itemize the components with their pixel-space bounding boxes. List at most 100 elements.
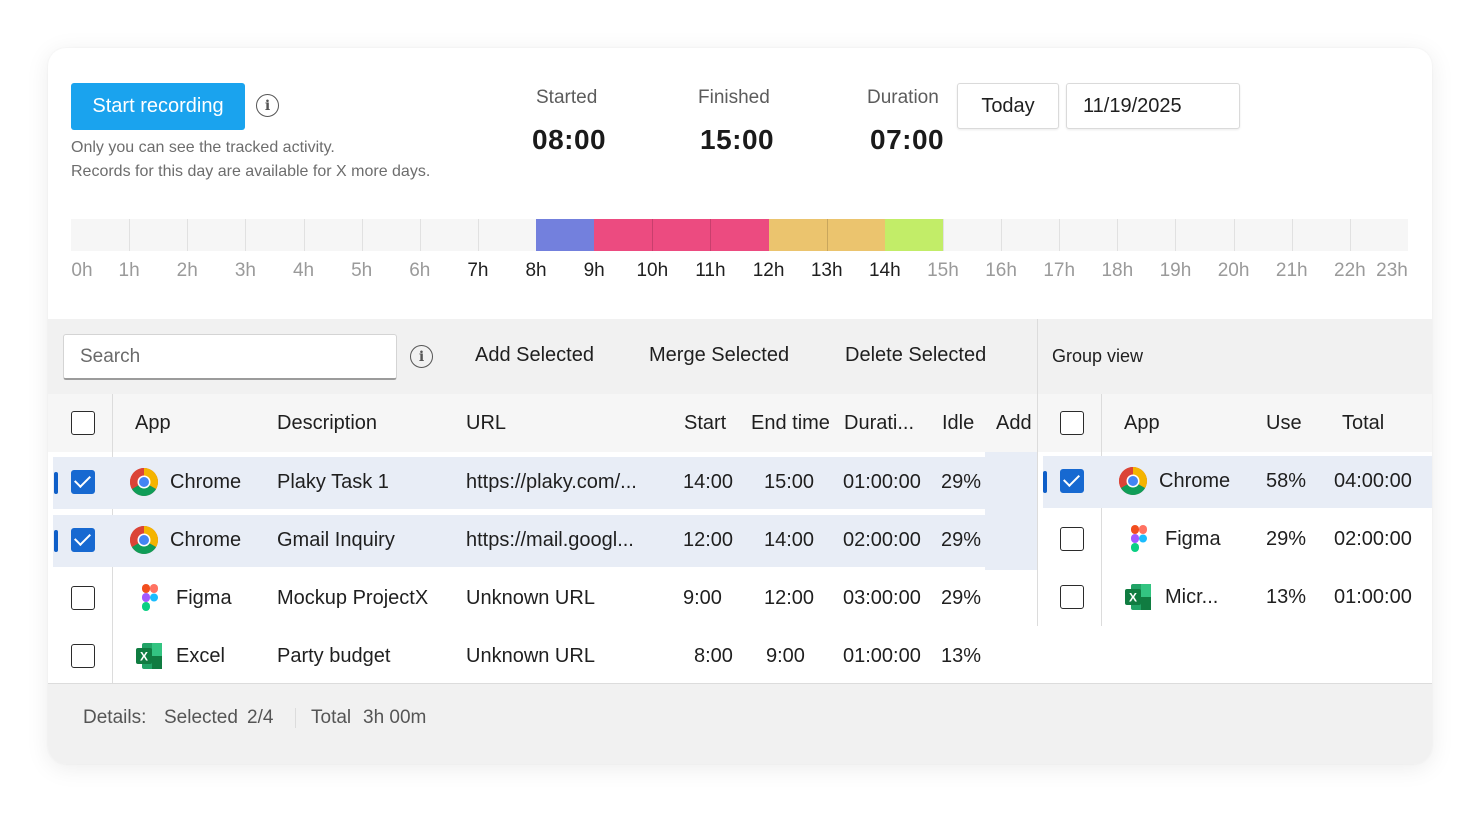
divider — [295, 708, 296, 728]
timeline-activity-segment[interactable] — [768, 219, 885, 251]
info-icon[interactable]: i — [256, 94, 279, 117]
search-input[interactable]: Search — [63, 334, 397, 380]
today-button[interactable]: Today — [957, 83, 1059, 129]
group-column-header-use[interactable]: Use — [1266, 412, 1302, 435]
timeline-tick — [1117, 219, 1119, 251]
row-checkbox[interactable] — [71, 470, 95, 494]
activity-card: Start recording i Only you can see the t… — [48, 48, 1432, 764]
timeline-tick — [419, 219, 421, 251]
timeline-tick — [129, 219, 131, 251]
divider — [1037, 319, 1038, 394]
timeline-hour-label: 5h — [351, 260, 373, 281]
total-label: Total — [311, 707, 352, 728]
timeline-hour-label: 18h — [1101, 260, 1134, 281]
timeline-tick — [1233, 219, 1235, 251]
details-footer: Details: Selected 2/4 Total 3h 00m — [48, 683, 1432, 764]
group-cell-app: Chrome — [1159, 470, 1231, 492]
cell-description: Party budget — [277, 645, 391, 667]
timeline-hour-label: 6h — [409, 260, 431, 281]
divider — [1101, 394, 1102, 626]
cell-start: 8:00 — [694, 645, 733, 667]
timeline-tick — [303, 219, 305, 251]
column-header-app[interactable]: App — [135, 412, 171, 435]
group-cell-use: 29% — [1266, 528, 1307, 550]
cell-end: 14:00 — [764, 529, 815, 551]
started-label: Started — [536, 87, 598, 108]
column-header-add[interactable]: Add — [996, 412, 1032, 435]
cell-url[interactable]: https://mail.googl... — [466, 529, 634, 552]
select-all-checkbox[interactable] — [71, 411, 95, 435]
selected-label: Selected — [164, 707, 238, 728]
chrome-icon — [130, 468, 158, 496]
cell-app: Chrome — [170, 529, 242, 551]
cell-url: Unknown URL — [466, 587, 595, 609]
timeline-hour-label: 10h — [636, 260, 669, 281]
column-header-end-time[interactable]: End time — [751, 412, 830, 435]
cell-description: Gmail Inquiry — [277, 529, 395, 551]
row-selection-indicator — [54, 530, 58, 552]
add-selected-button[interactable]: Add Selected — [475, 344, 594, 367]
group-row-checkbox[interactable] — [1060, 585, 1084, 609]
group-cell-use: 13% — [1266, 586, 1307, 608]
column-header-start[interactable]: Start — [684, 412, 726, 435]
group-column-header-app[interactable]: App — [1124, 412, 1160, 435]
timeline-activity-segment[interactable] — [594, 219, 769, 251]
finished-label: Finished — [698, 87, 770, 108]
timeline-tick — [1291, 219, 1293, 251]
timeline-hour-label: 17h — [1043, 260, 1076, 281]
row-selection-indicator — [1043, 471, 1047, 493]
column-header-duration[interactable]: Durati... — [844, 412, 914, 435]
activity-timeline[interactable] — [71, 219, 1408, 251]
column-header-description[interactable]: Description — [277, 412, 377, 435]
svg-text:X: X — [140, 650, 148, 664]
cell-idle: 29% — [941, 471, 982, 493]
timeline-hour-label: 21h — [1275, 260, 1308, 281]
start-recording-button[interactable]: Start recording — [71, 83, 245, 130]
timeline-hour-label: 12h — [752, 260, 785, 281]
group-cell-use: 58% — [1266, 470, 1307, 492]
cell-app: Chrome — [170, 471, 242, 493]
row-checkbox[interactable] — [71, 528, 95, 552]
timeline-activity-segment[interactable] — [536, 219, 595, 251]
group-column-header-total[interactable]: Total — [1342, 412, 1384, 435]
row-checkbox[interactable] — [71, 586, 95, 610]
row-selection-indicator — [54, 472, 58, 494]
cell-app: Figma — [176, 587, 232, 609]
group-cell-total: 02:00:00 — [1334, 528, 1412, 550]
column-header-idle[interactable]: Idle — [942, 412, 974, 435]
timeline-hour-label: 14h — [868, 260, 901, 281]
timeline-tick — [1175, 219, 1177, 251]
group-cell-total: 01:00:00 — [1334, 586, 1412, 608]
divider — [1037, 394, 1038, 626]
merge-selected-button[interactable]: Merge Selected — [649, 344, 789, 367]
details-label: Details: — [83, 707, 147, 728]
group-select-all-checkbox[interactable] — [1060, 411, 1084, 435]
finished-value: 15:00 — [700, 124, 775, 155]
cell-start: 9:00 — [683, 587, 722, 609]
cell-app: Excel — [176, 645, 225, 667]
date-picker[interactable]: 11/19/2025 — [1066, 83, 1240, 129]
row-checkbox[interactable] — [71, 644, 95, 668]
timeline-activity-segment[interactable] — [884, 219, 943, 251]
duration-value: 07:00 — [870, 124, 945, 155]
search-info-icon[interactable]: i — [410, 345, 433, 368]
group-row-checkbox[interactable] — [1060, 469, 1084, 493]
timeline-segment-divider — [652, 219, 654, 251]
timeline-tick — [942, 219, 944, 251]
chrome-icon — [1119, 467, 1147, 495]
timeline-tick — [1059, 219, 1061, 251]
column-header-url[interactable]: URL — [466, 412, 506, 435]
svg-text:X: X — [1129, 591, 1137, 605]
timeline-hour-label: 11h — [695, 260, 726, 281]
cell-idle: 13% — [941, 645, 982, 667]
cell-start: 14:00 — [683, 471, 734, 493]
group-view-label: Group view — [1052, 346, 1144, 366]
delete-selected-button[interactable]: Delete Selected — [845, 344, 986, 367]
timeline-tick — [361, 219, 363, 251]
timeline-hour-label: 7h — [467, 260, 489, 281]
group-row-checkbox[interactable] — [1060, 527, 1084, 551]
cell-url[interactable]: https://plaky.com/... — [466, 471, 637, 494]
started-value: 08:00 — [532, 124, 607, 155]
timeline-hour-label: 16h — [985, 260, 1017, 281]
cell-idle: 29% — [941, 529, 982, 551]
